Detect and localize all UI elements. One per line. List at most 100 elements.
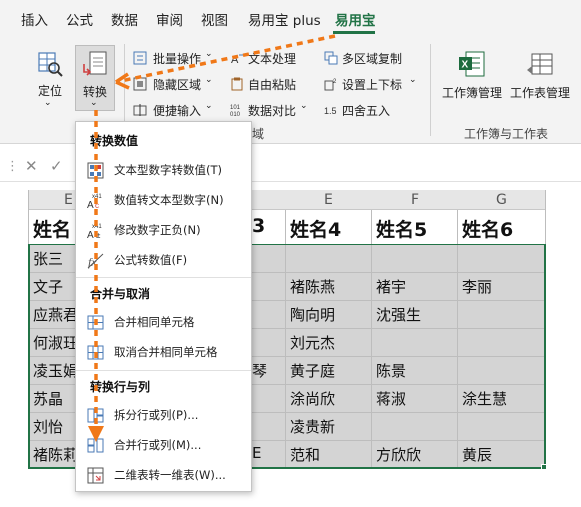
multi-copy-label: 多区域复制 — [342, 52, 403, 66]
table-convert-icon — [87, 467, 104, 484]
batch-ops-button[interactable]: 批量操作 ⌄ — [133, 49, 221, 67]
menu-item-label: 修改数字正负(N) — [114, 223, 201, 237]
menu-item-label: 取消合并相同单元格 — [114, 345, 218, 359]
column-header[interactable]: E — [324, 192, 333, 208]
svg-text:101: 101 — [230, 105, 241, 111]
locate-icon — [38, 52, 63, 77]
toggle-sign-icon: x41A ± — [87, 224, 102, 239]
section-header-convert: 转换数值 — [90, 134, 139, 148]
fill-handle[interactable] — [541, 464, 547, 470]
convert-dropdown-menu: 转换数值 文本型数字转数值(T) x41 Ac 数值转文本型数字(N) x41 A ±… — [75, 121, 252, 492]
column-header[interactable]: G — [496, 192, 507, 208]
excel-workbook-icon: X — [459, 51, 485, 77]
paste-icon — [231, 77, 243, 91]
column-header[interactable]: F — [411, 192, 419, 208]
header-cell[interactable]: 姓名4 — [290, 215, 341, 242]
convert-button[interactable]: 转换 ⌄ — [75, 45, 115, 111]
formula-icon: fx — [87, 253, 104, 269]
data-compare-label: 数据对比 — [248, 104, 297, 118]
text-process-icon: A — [231, 54, 243, 65]
round-label: 四舍五入 — [342, 104, 391, 118]
section-header-rowcol: 转换行与列 — [90, 380, 151, 394]
batch-ops-label: 批量操作 — [153, 52, 202, 66]
hide-area-icon — [133, 77, 147, 91]
free-paste-button[interactable]: 自由粘贴 — [230, 75, 310, 93]
svg-text:c: c — [95, 201, 99, 209]
data-compare-button[interactable]: 101 010 数据对比 ⌄ — [230, 101, 315, 119]
menu-item-formula-to-value[interactable]: fx 公式转数值(F) — [76, 246, 251, 274]
svg-text:A: A — [231, 54, 239, 65]
tab-data[interactable]: 数据 — [111, 9, 138, 29]
chevron-down-icon: ⌄ — [44, 98, 52, 108]
menu-separator — [76, 370, 251, 371]
menu-item-label: 合并行或列(M)... — [114, 438, 202, 452]
chevron-down-icon: ⌄ — [205, 75, 213, 85]
menu-item-merge-same[interactable]: 合并相同单元格 — [76, 308, 251, 336]
hide-area-label: 隐藏区域 — [153, 78, 202, 92]
tab-formulas[interactable]: 公式 — [66, 9, 93, 29]
svg-text:2: 2 — [333, 79, 337, 85]
multi-copy-button[interactable]: 多区域复制 — [324, 49, 409, 67]
worksheet-icon — [527, 53, 553, 75]
menu-item-label: 合并相同单元格 — [114, 315, 195, 329]
chevron-down-icon: ⌄ — [300, 101, 308, 111]
tab-yiyongbao[interactable]: 易用宝 — [335, 9, 376, 29]
group-label-workbook: 工作簿与工作表 — [464, 127, 549, 141]
cancel-icon[interactable]: ✕ — [25, 157, 38, 175]
menu-item-number-to-text[interactable]: x41 Ac 数值转文本型数字(N) — [76, 186, 251, 214]
tab-view[interactable]: 视图 — [201, 9, 228, 29]
chevron-down-icon: ⌄ — [90, 98, 98, 108]
menu-item-merge-rowcol[interactable]: 合并行或列(M)... — [76, 431, 251, 459]
text-process-button[interactable]: A 文本处理 — [230, 49, 310, 67]
menu-item-label: 数值转文本型数字(N) — [114, 193, 224, 207]
convert-icon — [83, 51, 107, 76]
ribbon-tab-bar: 插入 公式 数据 审阅 视图 易用宝 plus 易用宝 — [0, 0, 581, 36]
text-process-label: 文本处理 — [248, 52, 297, 66]
chevron-down-icon: ⌄ — [205, 101, 213, 111]
menu-item-label: 文本型数字转数值(T) — [114, 163, 222, 177]
chevron-down-icon: ⌄ — [205, 49, 213, 59]
tab-insert[interactable]: 插入 — [21, 9, 48, 29]
menu-item-toggle-sign[interactable]: x41 A ± 修改数字正负(N) — [76, 216, 251, 244]
svg-text:A: A — [87, 200, 94, 209]
header-cell[interactable]: 姓名5 — [376, 215, 427, 242]
locate-label: 定位 — [38, 84, 63, 98]
header-cell[interactable]: 姓名 — [33, 215, 71, 242]
menu-item-text-to-number[interactable]: 文本型数字转数值(T) — [76, 156, 251, 184]
name-box-chevron-icon[interactable]: ⋮ — [6, 159, 19, 174]
number-to-text-icon: x41A c — [87, 194, 102, 209]
svg-text:1.5: 1.5 — [324, 106, 337, 116]
column-header[interactable]: E — [64, 192, 73, 208]
enter-icon[interactable]: ✓ — [50, 157, 63, 175]
batch-ops-icon — [133, 51, 147, 65]
group-label-tools: 域 — [252, 127, 265, 141]
svg-text:010: 010 — [230, 112, 241, 117]
header-cell[interactable]: 3 — [252, 215, 265, 237]
unmerge-cells-icon — [87, 345, 104, 360]
menu-item-unmerge-same[interactable]: 取消合并相同单元格 — [76, 338, 251, 366]
menu-item-split-rowcol[interactable]: 拆分行或列(P)... — [76, 401, 251, 429]
multi-copy-icon — [324, 51, 338, 65]
locate-button[interactable]: 定位 ⌄ — [30, 48, 70, 110]
round-button[interactable]: 1.5 四舍五入 — [324, 101, 409, 119]
menu-item-2d-to-1d[interactable]: 二维表转一维表(W)... — [76, 461, 251, 489]
active-tab-indicator — [333, 31, 375, 34]
ribbon-separator — [430, 44, 431, 136]
data-compare-icon: 101010 — [230, 105, 241, 117]
svg-text:X: X — [462, 60, 469, 71]
workbook-manage-button[interactable]: X 工作簿管理 — [440, 48, 506, 114]
tab-review[interactable]: 审阅 — [156, 9, 183, 29]
hide-area-button[interactable]: 隐藏区域 ⌄ — [133, 75, 221, 93]
menu-separator — [76, 277, 251, 278]
worksheet-manage-button[interactable]: 工作表管理 — [508, 48, 578, 114]
tab-yiyongbao-plus[interactable]: 易用宝 plus — [248, 9, 321, 29]
svg-text:±: ± — [96, 231, 101, 239]
merge-cells-icon — [87, 315, 104, 330]
number-grid-icon — [87, 162, 104, 179]
set-sub-button[interactable]: 2 设置上下标 ⌄ — [324, 75, 419, 93]
set-sub-label: 设置上下标 — [342, 78, 403, 92]
header-cell[interactable]: 姓名6 — [462, 215, 513, 242]
quick-input-button[interactable]: 便捷输入 ⌄ — [133, 101, 221, 119]
round-icon: 1.5 — [324, 106, 337, 116]
quick-input-icon — [133, 104, 147, 116]
